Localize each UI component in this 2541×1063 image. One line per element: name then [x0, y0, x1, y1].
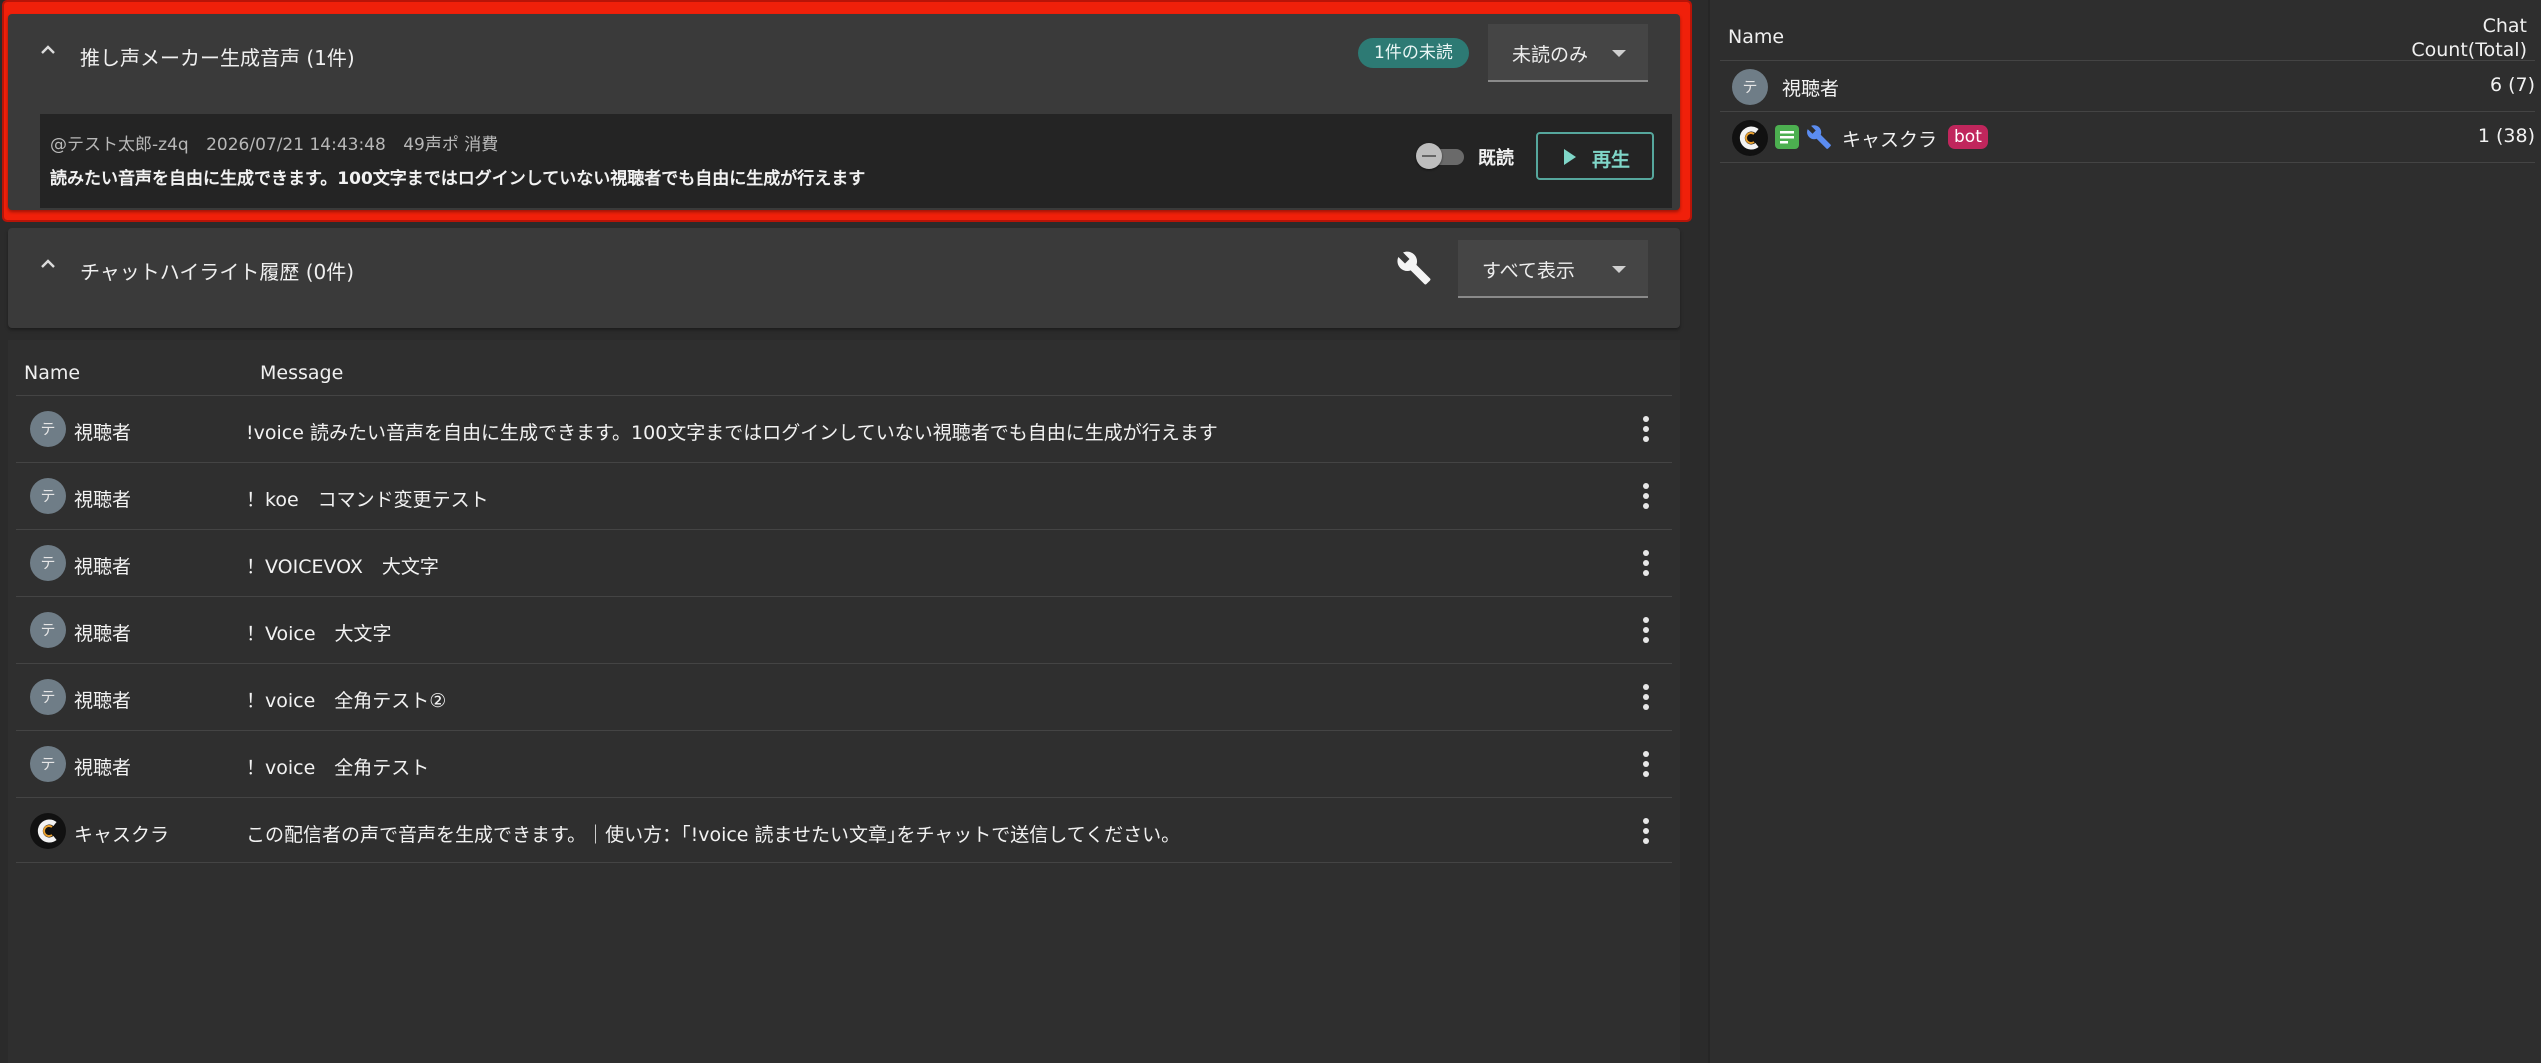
user-list-panel: Name Chat Count(Total) テ 視聴者 6 (7) キャスクラ…	[1708, 0, 2541, 1063]
voice-item-timestamp: 2026/07/21 14:43:48	[206, 135, 386, 155]
column-header-message[interactable]: Message	[260, 362, 343, 384]
note-icon	[1774, 124, 1800, 150]
table-row[interactable]: テ 視聴者 ！koe コマンド変更テスト	[16, 462, 1672, 530]
avatar: テ	[30, 478, 66, 514]
row-message: ！VOICEVOX 大文字	[246, 556, 439, 578]
user-list-bottom-divider	[1720, 162, 2535, 163]
table-row[interactable]: テ 視聴者 ！voice 全角テスト	[16, 730, 1672, 798]
avatar: テ	[1732, 69, 1768, 105]
row-name: 視聴者	[74, 623, 132, 645]
user-row[interactable]: テ 視聴者 6 (7)	[1720, 60, 2535, 111]
voice-item-card: @テスト太郎-z4q 2026/07/21 14:43:48 49声ポ 消費 読…	[40, 114, 1672, 208]
table-row[interactable]: テ 視聴者 ！Voice 大文字	[16, 596, 1672, 664]
row-name: 視聴者	[74, 556, 132, 578]
caskura-logo-icon	[30, 813, 66, 849]
voice-item-cost: 49声ポ 消費	[403, 135, 499, 155]
count-header-line1: Chat	[2482, 15, 2527, 37]
wrench-icon	[1806, 124, 1832, 150]
voice-item-text: 読みたい音声を自由に生成できます。100文字まではログインしていない視聴者でも自…	[50, 169, 866, 189]
dropdown-caret-icon	[1612, 266, 1626, 273]
avatar: テ	[30, 545, 66, 581]
play-button-label: 再生	[1592, 149, 1631, 171]
row-message: ！koe コマンド変更テスト	[246, 489, 489, 511]
user-name: キャスクラ	[1842, 129, 1938, 151]
voice-panel: 推し声メーカー生成音声 (1件) 1件の未読 未読のみ @テスト太郎-z4q 2…	[8, 14, 1680, 210]
main-column: 推し声メーカー生成音声 (1件) 1件の未読 未読のみ @テスト太郎-z4q 2…	[0, 0, 1700, 1063]
row-name: 視聴者	[74, 489, 132, 511]
voice-filter-select[interactable]: 未読のみ	[1488, 24, 1648, 82]
user-list-header-count[interactable]: Chat Count(Total)	[2411, 14, 2527, 62]
table-row[interactable]: テ 視聴者 !voice 読みたい音声を自由に生成できます。100文字まではログ…	[16, 395, 1672, 463]
row-name: 視聴者	[74, 690, 132, 712]
user-row[interactable]: キャスクラ bot 1 (38)	[1720, 111, 2535, 162]
highlight-panel: チャットハイライト履歴 (0件) すべて表示	[8, 228, 1680, 328]
column-header-name[interactable]: Name	[24, 362, 80, 384]
more-vert-icon[interactable]	[1634, 818, 1658, 846]
voice-item-meta: @テスト太郎-z4q 2026/07/21 14:43:48 49声ポ 消費	[50, 130, 510, 155]
chevron-up-icon[interactable]	[36, 38, 60, 62]
voice-panel-title: 推し声メーカー生成音声 (1件)	[80, 46, 355, 70]
row-message: ！Voice 大文字	[246, 623, 392, 645]
more-vert-icon[interactable]	[1634, 416, 1658, 444]
row-message: ！voice 全角テスト②	[246, 690, 447, 712]
highlight-panel-header[interactable]: チャットハイライト履歴 (0件) すべて表示	[8, 228, 1680, 308]
avatar: テ	[30, 612, 66, 648]
read-toggle-label: 既読	[1478, 148, 1514, 169]
table-row[interactable]: キャスクラ この配信者の声で音声を生成できます。｜使い方：｢!voice 読ませ…	[16, 797, 1672, 865]
avatar: テ	[30, 746, 66, 782]
row-name: 視聴者	[74, 422, 132, 444]
voice-item-user: @テスト太郎-z4q	[50, 135, 189, 155]
unread-badge: 1件の未読	[1358, 38, 1469, 68]
count-header-line2: Count(Total)	[2411, 39, 2527, 61]
read-toggle[interactable]	[1416, 142, 1468, 170]
row-message: ！voice 全角テスト	[246, 757, 430, 779]
more-vert-icon[interactable]	[1634, 550, 1658, 578]
chevron-up-icon[interactable]	[36, 252, 60, 276]
bot-badge: bot	[1948, 125, 1988, 149]
user-count: 1 (38)	[2477, 125, 2535, 147]
user-list-header-name[interactable]: Name	[1728, 26, 1784, 48]
row-message: !voice 読みたい音声を自由に生成できます。100文字まではログインしていな…	[246, 422, 1218, 444]
voice-panel-header[interactable]: 推し声メーカー生成音声 (1件) 1件の未読 未読のみ	[8, 14, 1680, 94]
chat-table: Name Message テ 視聴者 !voice 読みたい音声を自由に生成でき…	[8, 340, 1680, 1063]
highlight-filter-value: すべて表示	[1482, 260, 1575, 282]
row-name: 視聴者	[74, 757, 132, 779]
play-button[interactable]: 再生	[1536, 132, 1654, 180]
wrench-icon[interactable]	[1396, 250, 1432, 286]
table-row[interactable]: テ 視聴者 ！VOICEVOX 大文字	[16, 529, 1672, 597]
avatar: テ	[30, 679, 66, 715]
more-vert-icon[interactable]	[1634, 617, 1658, 645]
table-row[interactable]: テ 視聴者 ！voice 全角テスト②	[16, 663, 1672, 731]
row-name: キャスクラ	[74, 824, 170, 846]
row-message: この配信者の声で音声を生成できます。｜使い方：｢!voice 読ませたい文章｣を…	[246, 824, 1181, 846]
avatar: テ	[30, 411, 66, 447]
more-vert-icon[interactable]	[1634, 483, 1658, 511]
table-bottom-divider	[16, 862, 1672, 863]
dropdown-caret-icon	[1612, 50, 1626, 57]
user-name: 視聴者	[1782, 78, 1840, 100]
highlight-filter-select[interactable]: すべて表示	[1458, 240, 1648, 298]
more-vert-icon[interactable]	[1634, 751, 1658, 779]
highlight-panel-title: チャットハイライト履歴 (0件)	[80, 260, 355, 284]
caskura-logo-icon	[1732, 120, 1768, 156]
voice-filter-value: 未読のみ	[1512, 44, 1589, 66]
play-icon	[1564, 149, 1576, 165]
user-count: 6 (7)	[2489, 74, 2535, 96]
more-vert-icon[interactable]	[1634, 684, 1658, 712]
